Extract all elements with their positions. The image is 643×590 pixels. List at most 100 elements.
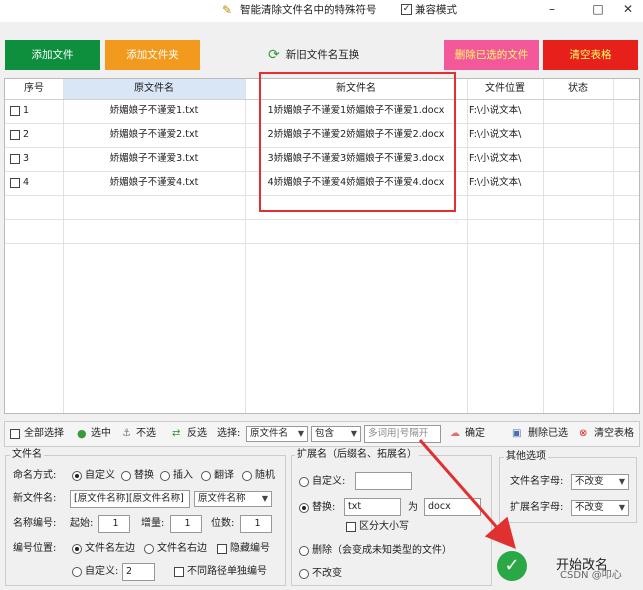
hide-number-label: 隐藏编号 [230, 543, 270, 554]
row-status [543, 171, 613, 195]
keywords-input[interactable]: 多词用|号隔开 [364, 425, 441, 443]
row-seq: 1 [23, 105, 30, 116]
row-location: F:\小说文本\ [469, 105, 522, 116]
naming-translate-radio[interactable] [201, 471, 211, 481]
row-location: F:\小说文本\ [469, 177, 522, 188]
ext-replace-from-input[interactable]: txt [344, 498, 401, 516]
naming-replace-radio[interactable] [121, 471, 131, 481]
header-orig-name[interactable]: 原文件名 [63, 79, 245, 99]
new-name-label: 新文件名: [13, 493, 57, 504]
case-sensitive-checkbox[interactable] [346, 522, 356, 532]
pos-right-label: 文件名右边 [157, 543, 207, 554]
hide-number-checkbox[interactable] [217, 544, 227, 554]
pos-custom-input[interactable]: 2 [122, 563, 155, 581]
delete-selected-files-button[interactable]: 删除已选的文件 [444, 40, 539, 70]
invert-icon: ⇄ [172, 428, 181, 439]
ext-case-select[interactable]: 不改变 ▼ [571, 500, 629, 516]
select-all-checkbox[interactable] [10, 429, 20, 439]
numbering-label: 名称编号: [13, 518, 57, 529]
clear-table-toolbar-button[interactable]: 清空表格 [594, 427, 634, 441]
pos-left-radio[interactable] [72, 544, 82, 554]
digits-input[interactable]: 1 [240, 515, 272, 533]
new-name-select[interactable]: 原文件名称 ▼ [194, 491, 272, 507]
per-path-checkbox[interactable] [174, 567, 184, 577]
filename-case-label: 文件名字母: [510, 476, 564, 487]
cloud-icon: ☁ [450, 428, 460, 439]
deselect-button[interactable]: 不选 [136, 427, 156, 441]
select-all-label[interactable]: 全部选择 [24, 427, 64, 441]
header-status[interactable]: 状态 [543, 79, 613, 99]
new-name-input[interactable]: [原文件名称][原文件名称] [70, 490, 190, 508]
row-checkbox[interactable] [10, 154, 20, 164]
row-orig-name: 娇媚娘子不谨爱2.txt [109, 129, 199, 140]
naming-random-label: 随机 [255, 470, 275, 481]
digits-label: 位数: [211, 518, 235, 529]
compat-mode-checkbox[interactable]: ✓ [401, 4, 412, 15]
clear-icon: ⊗ [579, 428, 588, 439]
start-check-icon[interactable]: ✓ [497, 551, 527, 581]
anchor-icon: ⚓ [122, 428, 131, 439]
row-seq: 4 [23, 177, 30, 188]
naming-custom-label: 自定义 [85, 470, 115, 481]
clear-table-button[interactable]: 清空表格 [543, 40, 638, 70]
filename-case-select[interactable]: 不改变 ▼ [571, 474, 629, 490]
case-sensitive-label: 区分大小写 [359, 521, 409, 532]
delete-doc-icon: ▣ [512, 428, 522, 439]
naming-custom-radio[interactable] [72, 471, 82, 481]
row-orig-name: 娇媚娘子不谨爱4.txt [109, 177, 199, 188]
row-status [543, 99, 613, 123]
row-location: F:\小说文本\ [469, 153, 522, 164]
naming-random-radio[interactable] [242, 471, 252, 481]
swap-names-button[interactable]: ⟳ 新旧文件名互换 [268, 44, 359, 66]
delete-selected-button[interactable]: 删除已选 [528, 427, 568, 441]
compat-mode-label: 兼容模式 [415, 4, 457, 16]
choose-label: 选择: [217, 428, 241, 439]
naming-insert-radio[interactable] [160, 471, 170, 481]
filename-group-legend: 文件名 [10, 449, 44, 461]
header-location[interactable]: 文件位置 [467, 79, 543, 99]
row-checkbox[interactable] [10, 178, 20, 188]
pos-right-radio[interactable] [144, 544, 154, 554]
maximize-button[interactable]: □ [584, 0, 612, 20]
check-circle-icon: ● [77, 427, 87, 440]
ext-delete-label: 删除（会变成未知类型的文件） [312, 545, 452, 556]
close-button[interactable]: ✕ [614, 0, 642, 20]
header-seq[interactable]: 序号 [5, 79, 63, 99]
brush-icon: ✎ [222, 3, 233, 17]
ext-replace-label: 替换: [312, 502, 336, 513]
ext-custom-label: 自定义: [312, 476, 346, 487]
ext-case-label: 扩展名字母: [510, 502, 564, 513]
naming-translate-label: 翻译 [214, 470, 234, 481]
row-seq: 3 [23, 153, 30, 164]
row-checkbox[interactable] [10, 130, 20, 140]
naming-label: 命名方式: [13, 470, 57, 481]
start-input[interactable]: 1 [98, 515, 130, 533]
ext-delete-radio[interactable] [299, 546, 309, 556]
naming-insert-label: 插入 [173, 470, 193, 481]
select-button[interactable]: 选中 [91, 427, 111, 441]
ext-replace-to-input[interactable]: docx [424, 498, 481, 516]
step-input[interactable]: 1 [170, 515, 202, 533]
confirm-button[interactable]: 确定 [465, 427, 485, 441]
row-status [543, 123, 613, 147]
pos-custom-radio[interactable] [72, 567, 82, 577]
naming-replace-label: 替换 [134, 470, 154, 481]
extension-group-legend: 扩展名（后缀名、拓展名） [295, 449, 419, 461]
row-orig-name: 娇媚娘子不谨爱3.txt [109, 153, 199, 164]
watermark: CSDN @叩心 [560, 570, 622, 581]
ext-no-change-radio[interactable] [299, 569, 309, 579]
invert-button[interactable]: 反选 [187, 427, 207, 441]
ext-custom-input[interactable] [355, 472, 412, 490]
field-select[interactable]: 原文件名 ▼ [246, 426, 308, 442]
pos-left-label: 文件名左边 [85, 543, 135, 554]
match-mode-select[interactable]: 包含 ▼ [311, 426, 361, 442]
row-seq: 2 [23, 129, 30, 140]
pos-custom-label: 自定义: [85, 566, 119, 577]
per-path-label: 不同路径单独编号 [187, 566, 267, 577]
row-checkbox[interactable] [10, 106, 20, 116]
minimize-button[interactable]: – [538, 0, 566, 20]
ext-replace-radio[interactable] [299, 503, 309, 513]
add-file-button[interactable]: 添加文件 [5, 40, 100, 70]
add-folder-button[interactable]: 添加文件夹 [105, 40, 200, 70]
ext-custom-radio[interactable] [299, 477, 309, 487]
